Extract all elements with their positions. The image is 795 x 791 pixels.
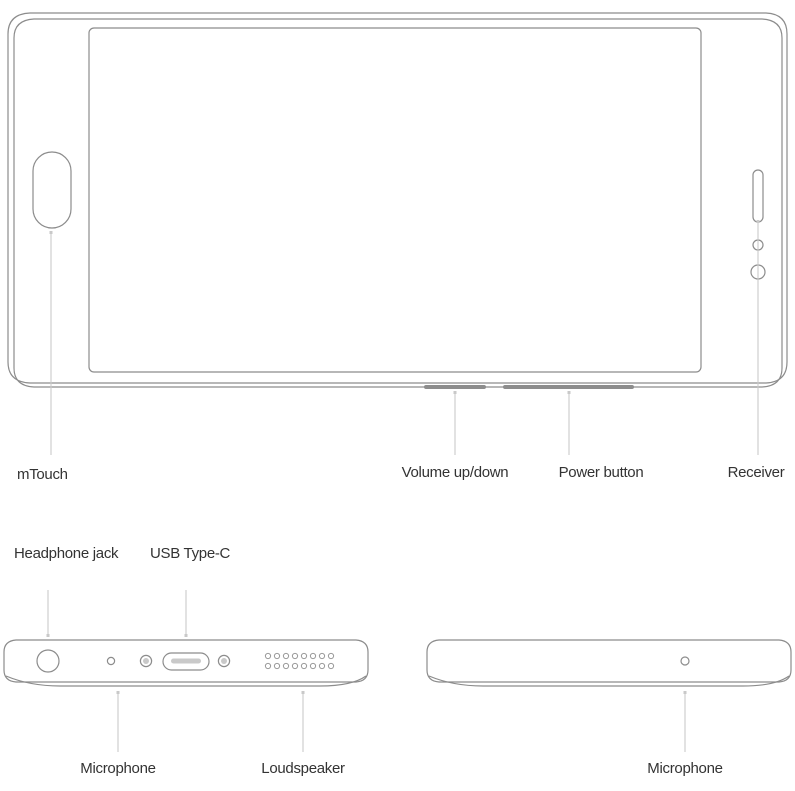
label-microphone-top: Microphone [647, 760, 723, 777]
top-leader-dot [683, 691, 687, 694]
label-usb-type-c: USB Type-C [150, 545, 231, 562]
top-edge-view [426, 639, 792, 752]
top-edge-outline [426, 639, 792, 683]
label-volume: Volume up/down [401, 464, 509, 481]
label-loudspeaker: Loudspeaker [261, 760, 345, 777]
label-power: Power button [558, 464, 644, 481]
label-mtouch: mTouch [17, 466, 68, 483]
label-headphone-jack: Headphone jack [14, 545, 119, 562]
label-receiver: Receiver [727, 464, 785, 481]
microphone-hole-icon [680, 656, 690, 666]
label-microphone-bottom: Microphone [80, 760, 156, 777]
diagram-canvas: mTouch Volume up/down Power button Recei… [0, 0, 795, 791]
top-edge-chamfer [428, 675, 790, 687]
